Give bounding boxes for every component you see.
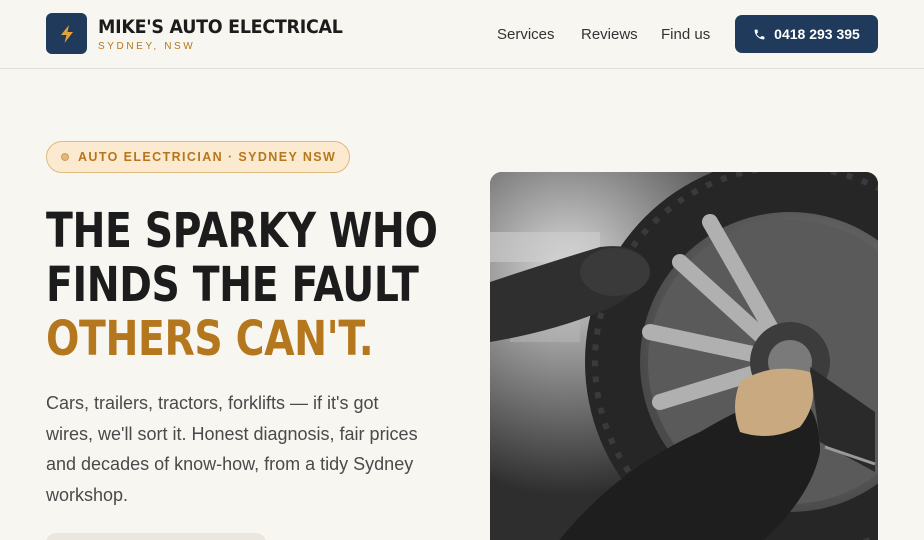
eyebrow-badge: AUTO ELECTRICIAN · SYDNEY NSW [46,141,350,173]
phone-icon [754,29,765,39]
brand-location: SYDNEY, NSW [98,41,196,52]
hero-photo-mechanic-wheel [490,172,878,540]
nav-link-services[interactable]: Services [497,26,555,43]
hero-description: Cars, trailers, tractors, forklifts — if… [46,393,418,505]
lightning-bolt-icon [60,24,73,43]
cta-button-partial[interactable] [46,533,266,540]
badge-dot-icon [61,153,69,161]
nav-link-find-us[interactable]: Find us [661,26,710,43]
call-phone-button[interactable]: 0418 293 395 [735,15,878,53]
headline-line-3: OTHERS CAN'T. [46,311,374,367]
hero-headline: THE SPARKY WHO FINDS THE FAULT OTHERS CA… [46,204,438,366]
phone-number: 0418 293 395 [774,26,860,42]
headline-line-2: FINDS THE FAULT [46,257,419,313]
site-header: MIKE'S AUTO ELECTRICAL SYDNEY, NSW Servi… [0,0,924,69]
nav-link-reviews[interactable]: Reviews [581,26,638,43]
brand-name[interactable]: MIKE'S AUTO ELECTRICAL [98,16,343,38]
headline-line-1: THE SPARKY WHO [46,203,438,259]
logo[interactable] [46,13,87,54]
eyebrow-text: AUTO ELECTRICIAN · SYDNEY NSW [78,150,337,164]
